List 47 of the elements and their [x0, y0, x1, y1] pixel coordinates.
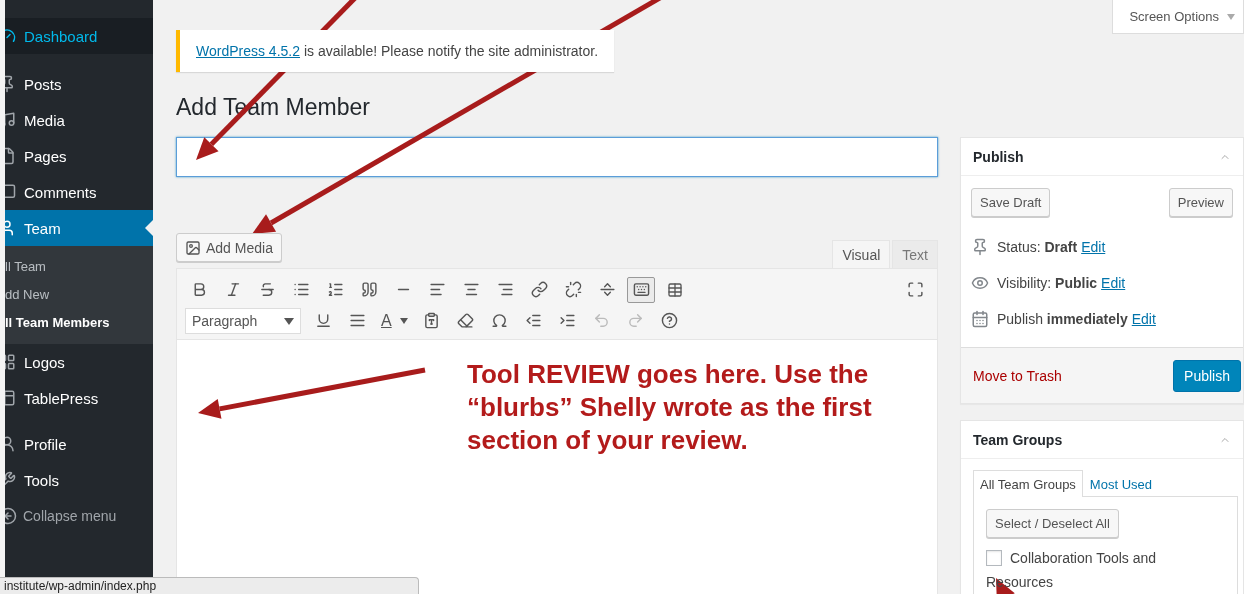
sidebar-item[interactable]: Logos — [5, 344, 153, 380]
submenu-item[interactable]: ll Team — [5, 252, 153, 280]
pin-icon — [971, 238, 989, 256]
sidebar-item[interactable]: Team — [5, 210, 153, 246]
submenu-item[interactable]: dd New — [5, 280, 153, 308]
collapse-menu-button[interactable]: Collapse menu — [5, 498, 153, 534]
category-tab[interactable]: All Team Groups — [973, 470, 1083, 497]
sidebar-item[interactable]: Tools — [5, 462, 153, 498]
editor-tab[interactable]: Text — [892, 240, 938, 268]
category-tab[interactable]: Most Used — [1082, 470, 1159, 497]
publish-meta-text: Publish immediately — [997, 311, 1128, 327]
add-media-button[interactable]: Add Media — [176, 233, 282, 262]
sidebar-item[interactable]: Profile — [5, 426, 153, 462]
edit-link[interactable]: Edit — [1101, 275, 1126, 291]
eye-icon — [971, 274, 989, 292]
media-icon — [185, 239, 201, 256]
edit-link[interactable]: Edit — [1081, 239, 1106, 255]
editor-tab[interactable]: Visual — [832, 240, 891, 268]
publish-meta-text: Status: Draft — [997, 239, 1078, 255]
sidebar-item[interactable]: Media — [5, 102, 153, 138]
sidebar-item[interactable]: Pages — [5, 138, 153, 174]
current-page-notch — [145, 220, 153, 236]
status-url: institute/wp-admin/index.php — [0, 577, 419, 594]
format-select[interactable]: Paragraph — [185, 307, 301, 334]
calendar-icon — [971, 310, 989, 328]
move-to-trash-link[interactable]: Move to Trash — [973, 367, 1062, 384]
sidebar-item[interactable]: Posts — [5, 66, 153, 102]
select-all-button[interactable]: Select / Deselect All — [986, 509, 1119, 538]
edit-link[interactable]: Edit — [1131, 311, 1156, 327]
save-draft-button[interactable]: Save Draft — [971, 188, 1051, 217]
preview-button[interactable]: Preview — [1168, 188, 1233, 217]
box-title: Publish — [973, 148, 1024, 165]
publish-button[interactable]: Publish — [1173, 359, 1241, 392]
checkbox[interactable] — [986, 550, 1002, 566]
box-title: Team Groups — [973, 431, 1063, 448]
submenu-item[interactable]: ll Team Members — [5, 308, 153, 336]
text-color-button[interactable]: A — [377, 311, 412, 330]
publish-meta-text: Visibility: Public — [997, 275, 1098, 291]
sidebar-item[interactable]: Comments — [5, 174, 153, 210]
update-link[interactable]: WordPress 4.5.2 — [196, 43, 300, 59]
title-input-field[interactable] — [176, 137, 938, 177]
sidebar-item[interactable]: TablePress — [5, 380, 153, 416]
sidebar-item[interactable]: Dashboard — [5, 18, 153, 54]
update-notice: WordPress 4.5.2 is available! Please notify the site administrator. — [176, 30, 615, 72]
toolbar-toggle-icon[interactable] — [627, 276, 655, 303]
screen-options-tab[interactable]: Screen Options — [1112, 0, 1244, 34]
annotation-text: Tool REVIEW goes here. Use the “blurbs” Shelly wrote as the first section of your review. — [467, 358, 873, 457]
